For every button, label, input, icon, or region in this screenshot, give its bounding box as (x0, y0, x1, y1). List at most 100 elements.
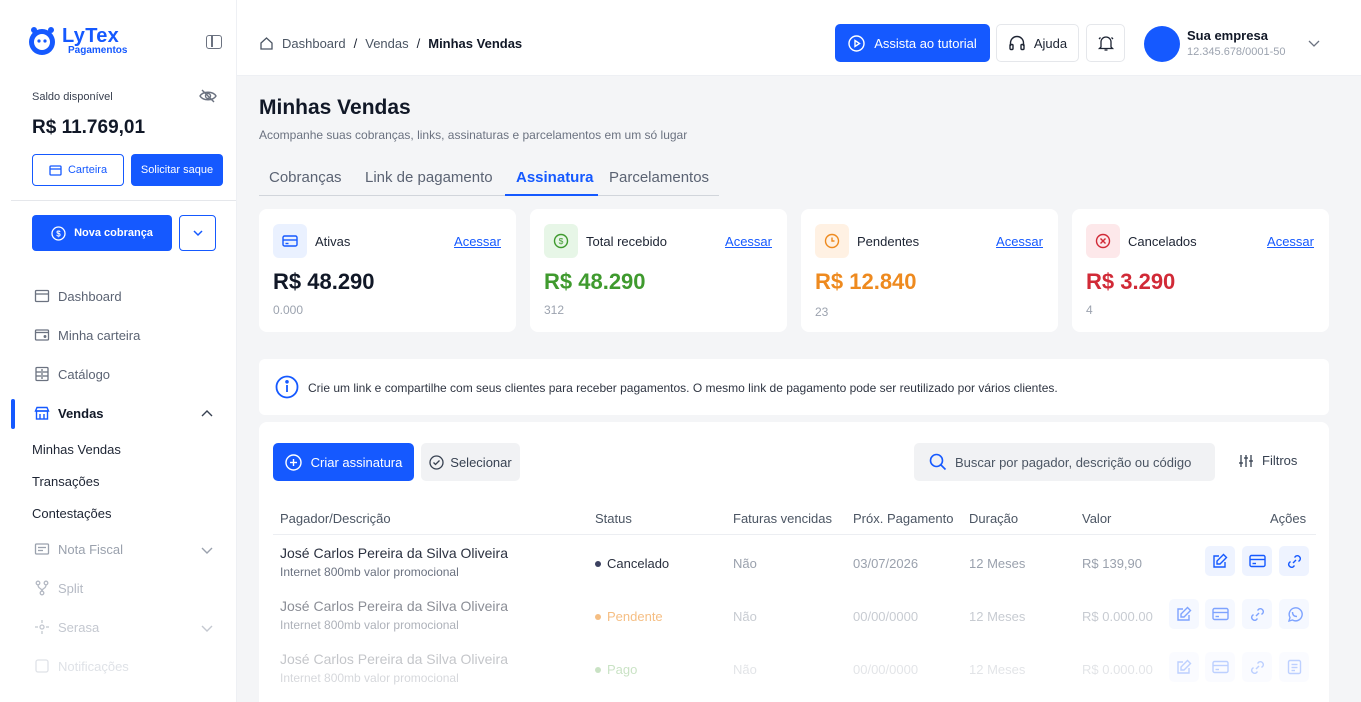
sidebar-item-notificacoes[interactable]: Notificações (34, 658, 129, 674)
link-icon (1250, 607, 1264, 621)
wallet-button[interactable]: Carteira (32, 154, 124, 186)
column-header[interactable]: Duração (969, 511, 1018, 526)
play-icon (848, 34, 865, 52)
column-header[interactable]: Faturas vencidas (733, 511, 832, 526)
search-input[interactable] (955, 454, 1215, 470)
chevron-down-icon[interactable] (1307, 36, 1321, 50)
overdue-value: Não (733, 556, 757, 571)
top-bar: Dashboard / Vendas / Minhas Vendas Assis… (237, 0, 1361, 76)
filters-button[interactable]: Filtros (1238, 453, 1297, 468)
chevron-up-icon[interactable] (200, 407, 214, 421)
link-button[interactable] (1242, 599, 1272, 629)
balance-value: R$ 11.769,01 (32, 117, 146, 138)
tab-assinatura[interactable]: Assinatura (516, 169, 594, 186)
sidebar: LyTex Pagamentos Saldo disponível R$ 11.… (0, 0, 237, 702)
value: R$ 139,90 (1082, 556, 1142, 571)
card-access-link[interactable]: Acessar (725, 234, 772, 249)
search-box (914, 443, 1215, 481)
link-button[interactable] (1242, 652, 1272, 682)
card-button[interactable] (1205, 599, 1235, 629)
chevron-down-icon[interactable] (200, 543, 214, 557)
company-name: Sua empresa (1187, 28, 1268, 43)
link-icon (1287, 554, 1301, 568)
sidebar-subitem-contestacoes[interactable]: Contestações (32, 506, 112, 521)
summary-card-ativas: Ativas Acessar R$ 48.290 0.000 (259, 209, 516, 332)
notification-icon (35, 659, 49, 673)
home-icon[interactable] (259, 36, 274, 51)
card-access-link[interactable]: Acessar (454, 234, 501, 249)
column-header[interactable]: Valor (1082, 511, 1111, 526)
tab-cobrancas[interactable]: Cobranças (269, 169, 342, 186)
link-button[interactable] (1279, 546, 1309, 576)
receipt-button[interactable] (1279, 652, 1309, 682)
table-row[interactable]: José Carlos Pereira da Silva Oliveira In… (259, 588, 1329, 641)
info-text: Crie um link e compartilhe com seus clie… (308, 381, 1058, 395)
collapse-sidebar-icon[interactable] (206, 35, 222, 49)
duration: 12 Meses (969, 662, 1026, 677)
whatsapp-button[interactable] (1279, 599, 1309, 629)
notifications-button[interactable] (1086, 24, 1125, 62)
card-button[interactable] (1242, 546, 1272, 576)
sidebar-item-catalog[interactable]: Catálogo (34, 366, 110, 382)
tab-parcelamentos[interactable]: Parcelamentos (609, 169, 709, 186)
sidebar-item-split[interactable]: Split (34, 580, 83, 596)
breadcrumb-vendas[interactable]: Vendas (365, 36, 408, 51)
value: R$ 0.000.00 (1082, 609, 1153, 624)
sidebar-subitem-transacoes[interactable]: Transações (32, 474, 99, 489)
brand-logo[interactable]: LyTex Pagamentos (26, 24, 127, 58)
active-indicator (11, 399, 15, 429)
sidebar-item-nota-fiscal[interactable]: Nota Fiscal (34, 541, 123, 557)
new-charge-button[interactable]: $ Nova cobrança (32, 215, 172, 251)
column-header[interactable]: Pagador/Descrição (280, 511, 391, 526)
cancel-icon (1095, 233, 1111, 249)
tab-link-pagamento[interactable]: Link de pagamento (365, 169, 493, 186)
eye-off-icon[interactable] (199, 88, 217, 104)
create-subscription-button[interactable]: Criar assinatura (273, 443, 414, 481)
new-charge-dropdown[interactable] (179, 215, 216, 251)
row-description: Internet 800mb valor promocional (280, 671, 459, 685)
subscriptions-table-card: Criar assinatura Selecionar Filtros Paga… (259, 422, 1329, 702)
card-access-link[interactable]: Acessar (1267, 234, 1314, 249)
split-icon (35, 580, 49, 596)
avatar[interactable] (1144, 26, 1180, 62)
edit-button[interactable] (1205, 546, 1235, 576)
table-row[interactable]: José Carlos Pereira da Silva Oliveira In… (259, 535, 1329, 588)
card-button[interactable] (1205, 652, 1235, 682)
overdue-value: Não (733, 609, 757, 624)
sidebar-item-dashboard[interactable]: Dashboard (34, 288, 122, 304)
column-header[interactable]: Status (595, 511, 632, 526)
whatsapp-icon (1287, 606, 1303, 622)
card-value: R$ 48.290 (544, 269, 646, 294)
sidebar-item-vendas[interactable]: Vendas (34, 405, 104, 421)
sidebar-item-serasa[interactable]: Serasa (34, 619, 99, 635)
help-button[interactable]: Ajuda (996, 24, 1079, 62)
wallet-icon (34, 329, 50, 341)
table-row[interactable]: José Carlos Pereira da Silva Oliveira In… (259, 641, 1329, 694)
edit-button[interactable] (1169, 599, 1199, 629)
sidebar-item-wallet[interactable]: Minha carteira (34, 327, 140, 343)
tutorial-button[interactable]: Assista ao tutorial (835, 24, 990, 62)
withdraw-button[interactable]: Solicitar saque (131, 154, 223, 186)
chevron-down-icon[interactable] (200, 621, 214, 635)
brand-name: LyTex (62, 25, 120, 47)
select-button[interactable]: Selecionar (421, 443, 520, 481)
card-count: 0.000 (273, 303, 304, 317)
edit-button[interactable] (1169, 652, 1199, 682)
card-access-link[interactable]: Acessar (996, 234, 1043, 249)
active-tab-underline (505, 194, 598, 196)
next-payment: 00/00/0000 (853, 662, 919, 677)
next-payment: 03/07/2026 (853, 556, 919, 571)
overdue-value: Não (733, 662, 757, 677)
breadcrumb-dashboard[interactable]: Dashboard (282, 36, 346, 51)
next-payment: 00/00/0000 (853, 609, 919, 624)
value: R$ 0.000.00 (1082, 662, 1153, 677)
column-header[interactable]: Próx. Pagamento (853, 511, 953, 526)
receipt-icon (1287, 659, 1301, 675)
breadcrumb: Dashboard / Vendas / Minhas Vendas (259, 36, 522, 51)
status-badge: Pago (595, 662, 637, 677)
edit-icon (1177, 659, 1192, 674)
wallet-button-label: Carteira (67, 164, 108, 176)
sidebar-subitem-minhas-vendas[interactable]: Minhas Vendas (32, 442, 121, 457)
payer-name: José Carlos Pereira da Silva Oliveira (280, 598, 508, 614)
headset-icon (1009, 35, 1025, 50)
